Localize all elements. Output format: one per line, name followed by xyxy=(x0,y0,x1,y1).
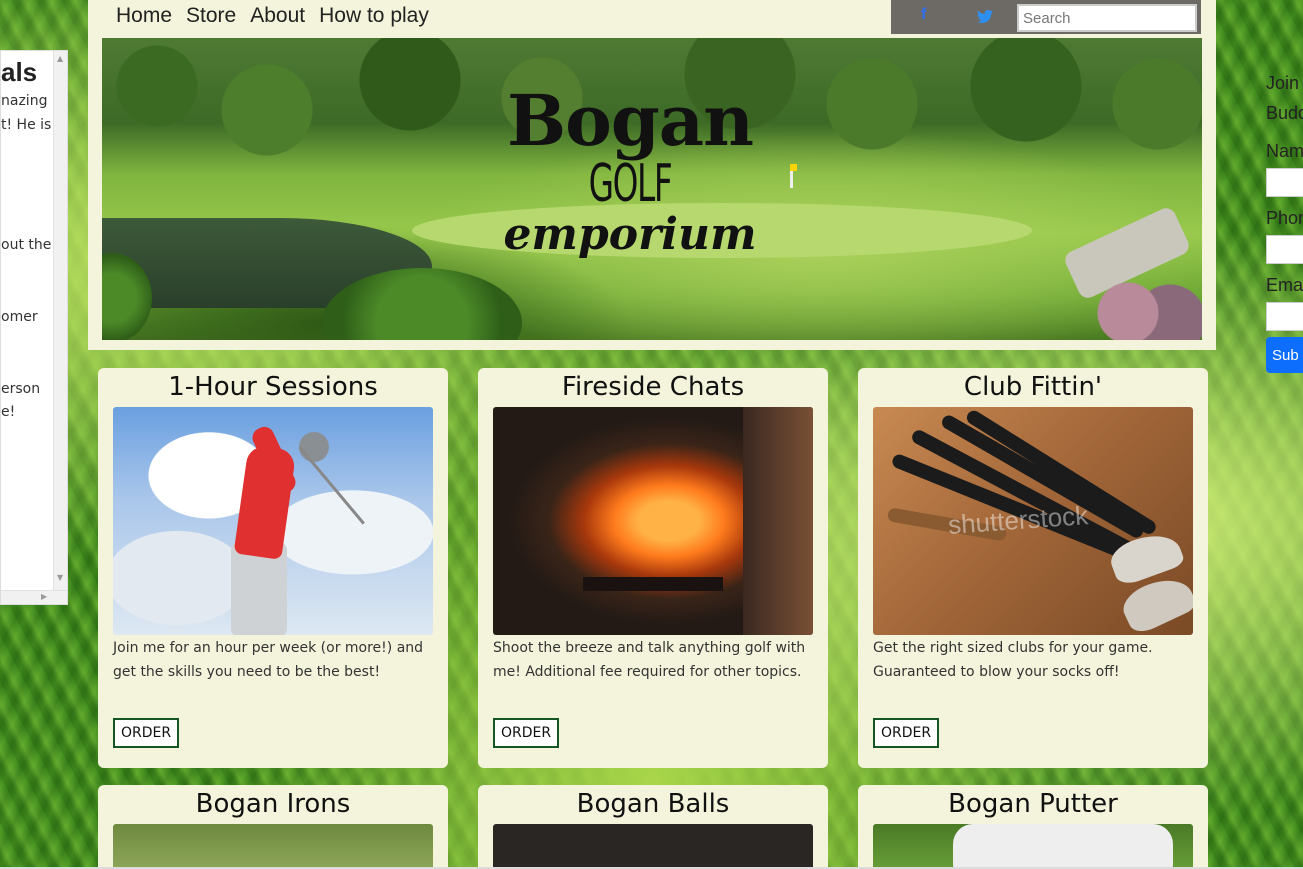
hero-flowers xyxy=(1072,278,1202,340)
name-label: Nam xyxy=(1266,141,1303,161)
signup-intro: Join xyxy=(1266,73,1300,93)
card-description: Join me for an hour per week (or more!) … xyxy=(113,640,424,680)
testimonials-title: als xyxy=(1,57,38,87)
testimonial-text: omer xyxy=(1,309,38,325)
card-description: Shoot the breeze and talk anything golf … xyxy=(493,640,806,680)
nav-home[interactable]: Home xyxy=(116,4,172,28)
card-title: Fireside Chats xyxy=(561,372,745,402)
email-field[interactable] xyxy=(1266,302,1303,331)
card-title: Bogan Balls xyxy=(576,789,730,819)
nav-about[interactable]: About xyxy=(250,4,305,28)
testimonial-text: erson xyxy=(1,381,41,397)
horizontal-scrollbar[interactable]: ▶ xyxy=(1,590,67,604)
signup-form: Join Budd Nam Phon Ema Sub xyxy=(1266,68,1303,373)
product-card: Bogan Balls xyxy=(478,785,828,869)
product-card: Bogan Irons xyxy=(98,785,448,869)
testimonial-text: out the xyxy=(1,237,52,253)
product-card: 1-Hour Sessions Join me for an hour per … xyxy=(98,368,448,768)
site-header: Home Store About How to play f Bogan GOL… xyxy=(88,0,1216,350)
email-label: Ema xyxy=(1266,275,1303,295)
nav-store[interactable]: Store xyxy=(186,4,236,28)
order-button[interactable]: ORDER xyxy=(493,718,560,748)
facebook-icon[interactable]: f xyxy=(921,6,926,24)
testimonial-text: t! He is xyxy=(1,117,52,133)
product-card: Club Fittin' shutterstock Get the right … xyxy=(858,368,1208,768)
main-nav: Home Store About How to play xyxy=(116,4,429,28)
submit-button[interactable]: Sub xyxy=(1266,337,1303,373)
card-image: shutterstock xyxy=(873,407,1193,635)
order-button[interactable]: ORDER xyxy=(873,718,940,748)
card-image xyxy=(493,824,813,869)
site-logo: Bogan GOLF emporium xyxy=(500,86,760,316)
phone-label: Phon xyxy=(1266,208,1303,228)
card-image xyxy=(113,824,433,869)
logo-line-golf: GOLF xyxy=(588,154,673,214)
logo-line-emporium: emporium xyxy=(503,209,757,261)
card-image xyxy=(873,824,1193,869)
nav-how-to-play[interactable]: How to play xyxy=(319,4,429,28)
scroll-down-icon[interactable]: ▼ xyxy=(57,573,63,582)
name-field[interactable] xyxy=(1266,168,1303,197)
card-image xyxy=(493,407,813,635)
card-title: Club Fittin' xyxy=(963,372,1103,402)
card-title: 1-Hour Sessions xyxy=(168,372,378,402)
product-card: Bogan Putter xyxy=(858,785,1208,869)
card-image xyxy=(113,407,433,635)
hero-banner: Bogan GOLF emporium xyxy=(102,38,1202,340)
flag-icon xyxy=(790,164,797,188)
twitter-icon[interactable] xyxy=(977,8,993,27)
scroll-up-icon[interactable]: ▲ xyxy=(57,54,63,63)
social-search-bar: f xyxy=(891,0,1201,34)
logo-line-bogan: Bogan xyxy=(506,79,754,162)
testimonials-panel: als nazing t! He is out the omer erson e… xyxy=(0,50,68,605)
order-button[interactable]: ORDER xyxy=(113,718,180,748)
card-title: Bogan Irons xyxy=(195,789,351,819)
card-description: Get the right sized clubs for your game.… xyxy=(873,640,1153,680)
card-title: Bogan Putter xyxy=(948,789,1118,819)
testimonial-text: e! xyxy=(1,404,16,420)
scroll-right-icon[interactable]: ▶ xyxy=(41,592,47,601)
signup-intro: Budd xyxy=(1266,103,1303,123)
search-input[interactable] xyxy=(1017,4,1197,32)
product-card: Fireside Chats Shoot the breeze and talk… xyxy=(478,368,828,768)
vertical-scrollbar[interactable]: ▲ ▼ xyxy=(53,51,67,591)
phone-field[interactable] xyxy=(1266,235,1303,264)
testimonial-text: nazing xyxy=(1,93,48,109)
